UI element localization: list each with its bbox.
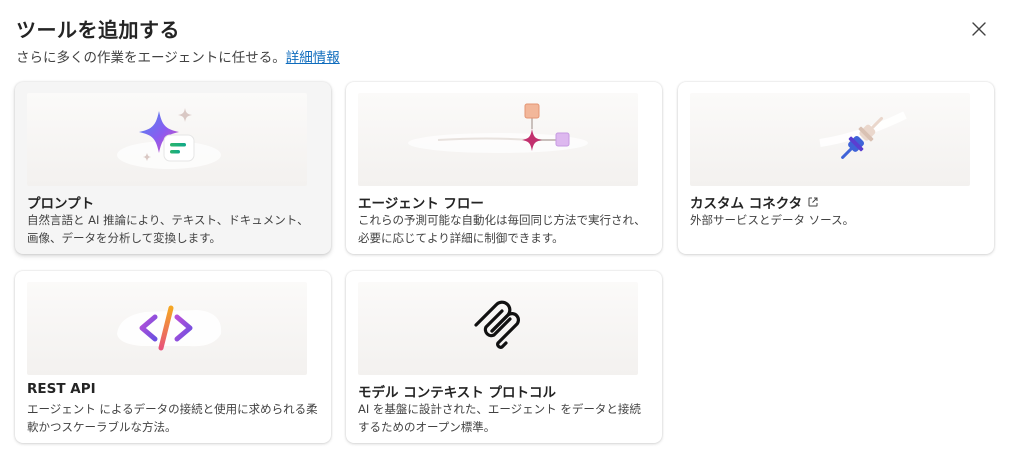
close-icon [972,22,986,36]
flow-icon [408,103,588,153]
card-illustration [358,282,638,375]
card-title: モデル コンテキスト プロトコル [358,385,556,401]
mcp-icon [474,300,520,349]
tool-card-prompt[interactable]: プロンプト 自然言語と AI 推論により、テキスト、ドキュメント、画像、データを… [15,82,331,254]
subtitle-text: さらに多くの作業をエージェントに任せる。 [16,50,286,66]
sparkle-icon [117,108,221,169]
card-illustration [690,93,970,186]
card-title: カスタム コネクタ [690,196,803,212]
card-description: エージェント によるデータの接続と使用に求められる柔軟かつスケーラブルな方法。 [27,402,318,434]
plug-icon [819,111,907,159]
card-illustration [358,93,638,186]
dialog-subtitle: さらに多くの作業をエージェントに任せる。詳細情報 [16,46,340,66]
card-title-row: カスタム コネクタ [690,192,819,212]
card-description: 外部サービスとデータ ソース。 [690,213,855,227]
card-title: エージェント フロー [358,196,484,212]
card-title: REST API [27,381,96,397]
card-description: AI を基盤に設計された、エージェント をデータと接続するためのオープン標準。 [358,402,641,434]
tool-card-custom-connector[interactable]: カスタム コネクタ 外部サービスとデータ ソース。 [678,82,994,254]
card-description: これらの予測可能な自動化は毎回同じ方法で実行され、必要に応じてより詳細に制御でき… [358,213,646,245]
close-button[interactable] [964,14,994,44]
tool-card-mcp[interactable]: モデル コンテキスト プロトコル AI を基盤に設計された、エージェント をデー… [346,271,662,443]
tool-card-rest-api[interactable]: REST API エージェント によるデータの接続と使用に求められる柔軟かつスケ… [15,271,331,443]
tool-card-agent-flow[interactable]: エージェント フロー これらの予測可能な自動化は毎回同じ方法で実行され、必要に応… [346,82,662,254]
dialog-title: ツールを追加する [16,18,180,42]
card-description: 自然言語と AI 推論により、テキスト、ドキュメント、画像、データを分析して変換… [27,213,309,245]
code-icon [117,305,222,351]
learn-more-link[interactable]: 詳細情報 [286,50,340,66]
card-illustration [27,282,307,375]
card-illustration [27,93,307,186]
card-title: プロンプト [27,196,95,212]
open-external-icon [808,197,818,207]
